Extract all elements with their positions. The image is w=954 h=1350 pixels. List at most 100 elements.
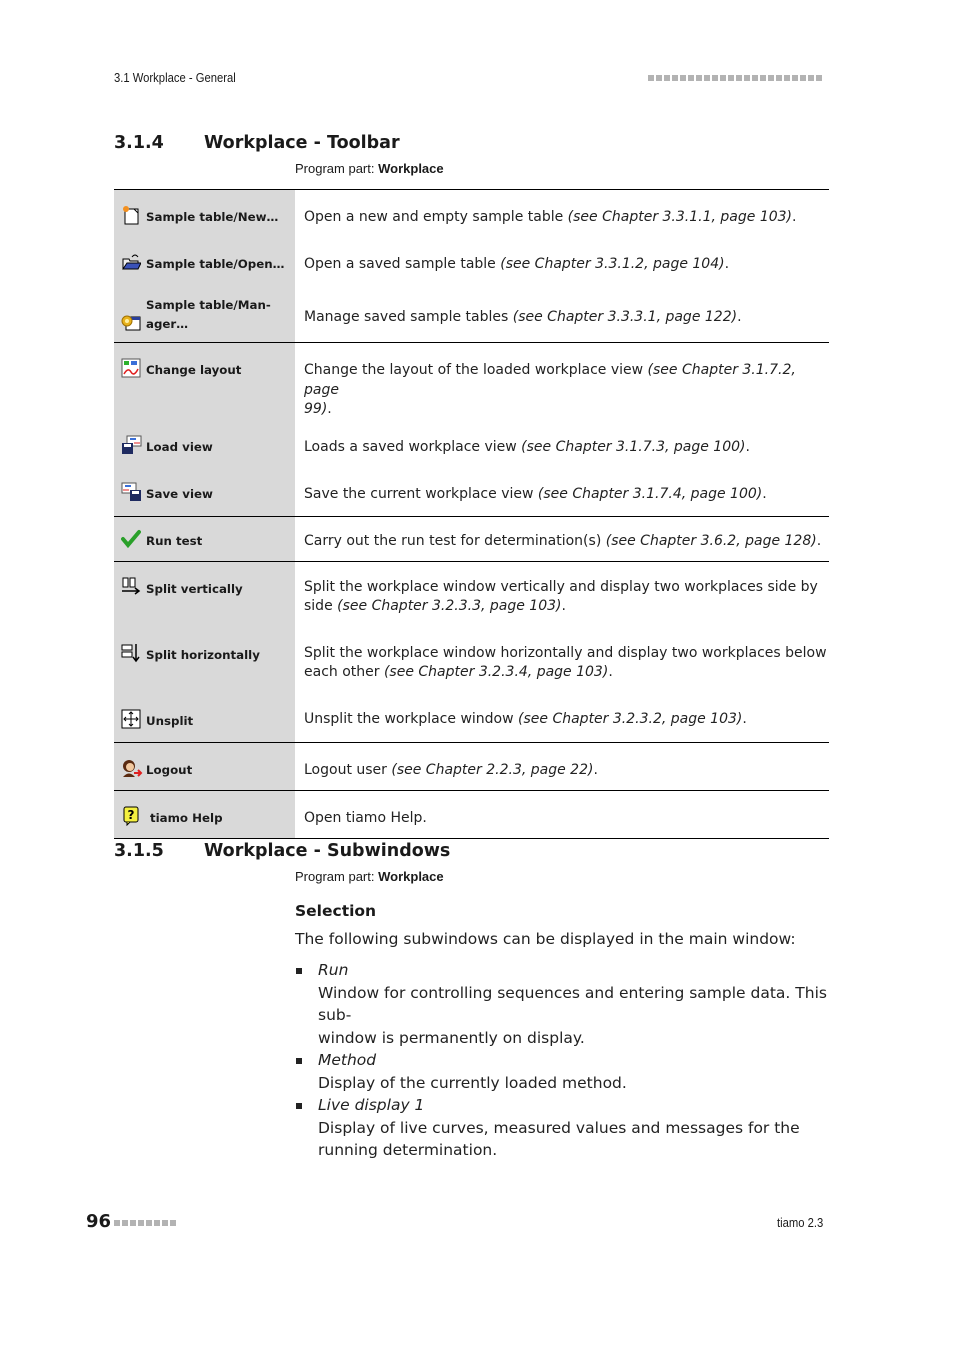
- list-item: Run Window for controlling sequences and…: [295, 959, 830, 1049]
- footer-product: tiamo 2.3: [777, 1216, 824, 1230]
- table-row: Split vertically Split the workplace win…: [114, 560, 829, 628]
- item-label: Sample table/Man-ager…: [146, 298, 271, 331]
- toolbar-item-tiamo-help: ? tiamo Help: [114, 791, 295, 828]
- section-title: Workplace - Toolbar: [204, 133, 400, 153]
- dot: [768, 75, 774, 81]
- dot: [648, 75, 654, 81]
- item-label: Change layout: [146, 363, 242, 377]
- table-row: Run test Carry out the run test for dete…: [114, 515, 829, 561]
- item-description: Unsplit the workplace window (see Chapte…: [304, 710, 747, 727]
- intro-paragraph: The following subwindows can be displaye…: [295, 930, 796, 948]
- item-term: Live display 1: [318, 1096, 425, 1114]
- dot: [728, 75, 734, 81]
- table-row: Split horizontally Split the workplace w…: [114, 627, 829, 694]
- item-description: Open tiamo Help.: [304, 809, 427, 826]
- toolbar-item-load-view: Load view: [114, 420, 295, 457]
- table-row: Sample table/Man-ager… Manage saved samp…: [114, 284, 829, 343]
- section-number: 3.1.5: [114, 841, 164, 861]
- dot: [130, 1220, 136, 1226]
- section-number: 3.1.4: [114, 133, 164, 153]
- section-title: Workplace - Subwindows: [204, 841, 451, 861]
- dot: [744, 75, 750, 81]
- help-question-icon: ?: [121, 806, 141, 826]
- dot: [680, 75, 686, 81]
- split-vertically-icon: [121, 577, 141, 597]
- dot: [760, 75, 766, 81]
- dot: [122, 1220, 128, 1226]
- change-layout-icon: [121, 358, 141, 378]
- dot: [672, 75, 678, 81]
- toolbar-item-sample-table-open: Sample table/Open…: [114, 237, 295, 274]
- run-test-checkmark-icon: [121, 529, 141, 549]
- item-description: Save the current workplace view (see Cha…: [304, 485, 767, 502]
- dot: [736, 75, 742, 81]
- program-part-label: Program part:: [295, 161, 375, 176]
- list-item: Method Display of the currently loaded m…: [295, 1049, 830, 1094]
- table-row: ? tiamo Help Open tiamo Help.: [114, 789, 829, 839]
- section-heading-subwindows: 3.1.5 Workplace - Subwindows: [114, 841, 814, 865]
- bullet-icon: [296, 968, 302, 974]
- dot: [752, 75, 758, 81]
- item-description: Split the workplace window vertically an…: [304, 578, 818, 615]
- toolbar-item-change-layout: Change layout: [114, 343, 295, 380]
- item-description: Manage saved sample tables (see Chapter …: [304, 309, 742, 325]
- item-label: Load view: [146, 439, 213, 454]
- dot: [776, 75, 782, 81]
- item-desc: Display of the currently loaded method.: [318, 1073, 627, 1092]
- item-desc: Window for controlling sequences and ent…: [318, 983, 827, 1047]
- toolbar-table: Sample table/New… Open a new and empty s…: [114, 189, 829, 839]
- dot: [154, 1220, 160, 1226]
- bullet-icon: [296, 1103, 302, 1109]
- table-row: Logout Logout user (see Chapter 2.2.3, p…: [114, 741, 829, 790]
- toolbar-item-logout: Logout: [114, 743, 295, 780]
- toolbar-item-sample-table-new: Sample table/New…: [114, 190, 295, 227]
- toolbar-item-sample-table-manager: Sample table/Man-ager…: [114, 284, 295, 334]
- item-description: Loads a saved workplace view (see Chapte…: [304, 438, 750, 455]
- dot: [808, 75, 814, 81]
- dot: [792, 75, 798, 81]
- item-label: Save view: [146, 486, 213, 501]
- table-row: Change layout Change the layout of the l…: [114, 342, 829, 420]
- dot: [162, 1220, 168, 1226]
- footer-decorative-dots: [114, 1220, 176, 1226]
- manage-sample-table-icon: [121, 312, 141, 332]
- dot: [712, 75, 718, 81]
- running-header-title: 3.1 Workplace - General: [114, 71, 236, 85]
- toolbar-item-split-vertically: Split vertically: [114, 562, 295, 599]
- dot: [138, 1220, 144, 1226]
- item-term: Method: [318, 1051, 377, 1069]
- dot: [170, 1220, 176, 1226]
- item-label: Unsplit: [146, 713, 194, 728]
- dot: [696, 75, 702, 81]
- dot: [720, 75, 726, 81]
- item-label: Logout: [146, 762, 193, 777]
- bullet-icon: [296, 1058, 302, 1064]
- program-part-line: Program part: Workplace: [295, 161, 444, 176]
- item-label: Sample table/New…: [146, 210, 279, 224]
- dot: [114, 1220, 120, 1226]
- unsplit-icon: [121, 709, 141, 729]
- item-description: Split the workplace window horizontally …: [304, 644, 827, 681]
- program-part-label: Program part:: [295, 869, 375, 884]
- logout-user-icon: [121, 758, 143, 778]
- load-view-icon: [121, 435, 142, 455]
- dot: [656, 75, 662, 81]
- dot: [704, 75, 710, 81]
- toolbar-item-split-horizontally: Split horizontally: [114, 628, 295, 665]
- item-label: Sample table/Open…: [146, 257, 285, 271]
- toolbar-item-run-test: Run test: [114, 517, 295, 551]
- page-number: 96: [86, 1211, 112, 1232]
- item-term: Run: [318, 961, 349, 979]
- item-label: Split horizontally: [146, 647, 260, 662]
- split-horizontally-icon: [121, 643, 141, 663]
- dot: [688, 75, 694, 81]
- item-description: Open a saved sample table (see Chapter 3…: [304, 256, 730, 272]
- toolbar-item-unsplit: Unsplit: [114, 694, 295, 731]
- list-item: Live display 1 Display of live curves, m…: [295, 1094, 830, 1162]
- dot: [816, 75, 822, 81]
- item-label: Split vertically: [146, 581, 243, 596]
- table-row: Save view Save the current workplace vie…: [114, 466, 829, 516]
- program-part-line: Program part: Workplace: [295, 869, 444, 884]
- item-label: Run test: [146, 533, 203, 548]
- selection-heading: Selection: [295, 902, 377, 920]
